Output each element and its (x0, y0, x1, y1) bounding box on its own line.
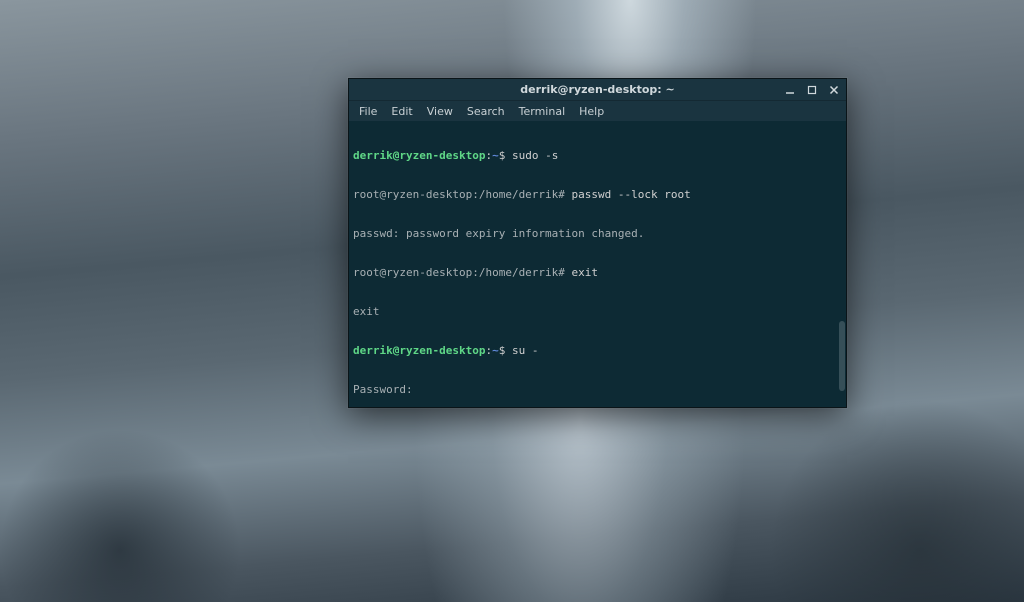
maximize-icon (807, 85, 817, 95)
menu-file[interactable]: File (353, 103, 383, 120)
close-icon (829, 85, 839, 95)
menu-terminal[interactable]: Terminal (513, 103, 572, 120)
titlebar[interactable]: derrik@ryzen-desktop: ~ (349, 79, 846, 101)
terminal-line: root@ryzen-desktop:/home/derrik# passwd … (353, 188, 842, 201)
menu-view[interactable]: View (421, 103, 459, 120)
window-title: derrik@ryzen-desktop: ~ (520, 83, 674, 96)
menubar: File Edit View Search Terminal Help (349, 101, 846, 121)
window-controls (782, 79, 842, 101)
terminal-body[interactable]: derrik@ryzen-desktop:~$ sudo -s root@ryz… (349, 121, 846, 407)
close-button[interactable] (826, 82, 842, 98)
terminal-line: Password: (353, 383, 842, 396)
terminal-line: derrik@ryzen-desktop:~$ su - (353, 344, 842, 357)
minimize-icon (785, 85, 795, 95)
menu-search[interactable]: Search (461, 103, 511, 120)
terminal-line: derrik@ryzen-desktop:~$ sudo -s (353, 149, 842, 162)
terminal-window: derrik@ryzen-desktop: ~ File Edit View S… (348, 78, 847, 408)
scrollbar[interactable] (838, 121, 846, 407)
menu-help[interactable]: Help (573, 103, 610, 120)
terminal-line: passwd: password expiry information chan… (353, 227, 842, 240)
minimize-button[interactable] (782, 82, 798, 98)
terminal-line: root@ryzen-desktop:/home/derrik# exit (353, 266, 842, 279)
maximize-button[interactable] (804, 82, 820, 98)
menu-edit[interactable]: Edit (385, 103, 418, 120)
scrollbar-thumb[interactable] (839, 321, 845, 391)
terminal-line: exit (353, 305, 842, 318)
